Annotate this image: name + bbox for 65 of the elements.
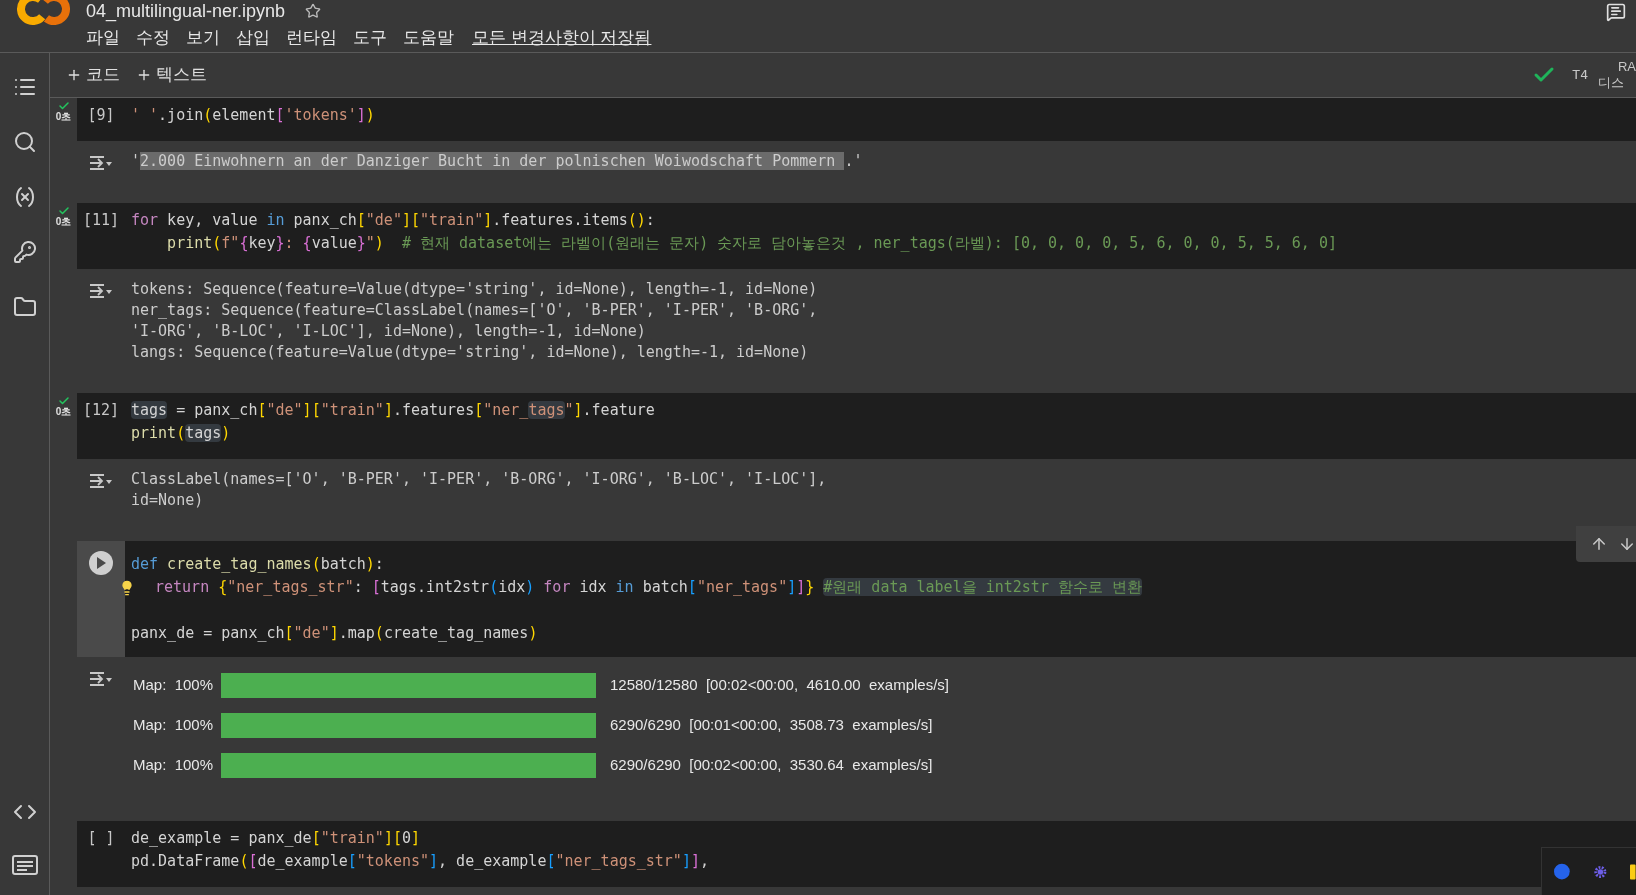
run-time: 0초 — [55, 407, 72, 417]
output-line: id=None) — [131, 490, 204, 511]
output-line: 'I-ORG', 'B-LOC', 'I-LOC'], id=None), length=-1, id=None) — [131, 321, 646, 342]
code-line: pd.DataFrame([de_example["tokens"], de_example["ner_tags_str"]], — [131, 851, 709, 872]
output-toggle-icon[interactable] — [88, 281, 114, 301]
code-cell[interactable]: [ ] de_example = panx_de["train"][0] pd.DataFrame([de_example["tokens"], de_example["ner_tags_str"]], — [77, 821, 1636, 887]
code-line: def create_tag_names(batch): — [131, 554, 384, 575]
code-cell[interactable]: [12] tags = panx_ch["de"]["train"].features["ner_tags"].feature print(tags) — [77, 393, 1636, 459]
output-line: ner_tags: Sequence(feature=ClassLabel(names=['O', 'B-PER', 'I-PER', 'B-ORG', — [131, 300, 818, 321]
execution-count: [11] — [82, 210, 120, 231]
progress-stats: 12580/12580 [00:02<00:00, 4610.00 examples/s] — [610, 674, 950, 695]
plus-icon — [136, 67, 152, 83]
output-line: tokens: Sequence(feature=Value(dtype='string', id=None), length=-1, id=None) — [131, 279, 818, 300]
run-button[interactable] — [89, 551, 113, 575]
app-icon[interactable] — [1630, 863, 1636, 880]
disk-label: 디스 — [1598, 75, 1624, 91]
menu-item[interactable]: 런타임 — [286, 25, 337, 51]
plus-icon — [66, 67, 82, 83]
menu-item[interactable]: 보기 — [186, 25, 220, 51]
execution-count: [9] — [87, 105, 115, 126]
progress-stats: 6290/6290 [00:01<00:00, 3508.73 examples/s] — [610, 714, 933, 735]
menu-item[interactable]: 삽입 — [236, 25, 270, 51]
code-cell[interactable]: [11] for key, value in panx_ch["de"]["train"].features.items(): print(f"{key}: {value}") # 현재 dataset에는 라벨이(원래는 문자) 숫자로 담아놓은것 , ner_tags(라벨): [0, 0, 0, 0, 5, 6, 0, 0, 5, 5, 6, 0] — [77, 203, 1636, 269]
output-line: ClassLabel(names=['O', 'B-PER', 'I-PER', 'B-ORG', 'I-ORG', 'B-LOC', 'I-LOC'], — [131, 469, 827, 490]
ram-label: RA — [1617, 59, 1636, 75]
output-toggle-icon[interactable] — [88, 471, 114, 491]
menu-item[interactable]: 도구 — [353, 25, 387, 51]
output-line: langs: Sequence(feature=Value(dtype='string', id=None), length=-1, id=None) — [131, 342, 809, 363]
progress-label: Map: 100% — [133, 674, 215, 695]
run-time: 0초 — [55, 217, 72, 227]
save-status-link[interactable]: 모든 변경사항이 저장됨 — [472, 25, 652, 51]
code-line: de_example = panx_de["train"][0] — [131, 828, 420, 849]
output-toggle-icon[interactable] — [88, 153, 114, 173]
add-cell-button[interactable]: 코드 — [64, 62, 122, 88]
notebook-title[interactable]: 04_multilingual-ner.ipynb — [86, 2, 286, 20]
menu-item[interactable]: 수정 — [136, 25, 170, 51]
progress-label: Map: 100% — [133, 714, 215, 735]
logo[interactable] — [16, 0, 72, 26]
progress-stats: 6290/6290 [00:02<00:00, 3530.64 examples/s] — [610, 754, 933, 775]
code-line: for key, value in panx_ch["de"]["train"].features.items(): — [131, 210, 655, 231]
code-line: tags = panx_ch["de"]["train"].features["ner_tags"].feature — [131, 400, 655, 421]
runtime-type[interactable]: T4 — [1572, 65, 1588, 85]
code-line: return {"ner_tags_str": [tags.int2str(idx) for idx in batch["ner_tags"]]} #원래 data label을 int2str 함수로 변환 — [155, 577, 1142, 598]
execution-count: [12] — [82, 400, 120, 421]
output-toggle-icon[interactable] — [88, 669, 114, 689]
star-icon[interactable] — [305, 3, 322, 19]
lightbulb-icon[interactable] — [119, 579, 135, 596]
progress-label: Map: 100% — [133, 754, 215, 775]
comment-icon[interactable] — [1606, 2, 1626, 22]
menu-item[interactable]: 도움말 — [403, 25, 454, 51]
add-cell-button[interactable]: 텍스트 — [134, 62, 209, 88]
terminal-panel-icon[interactable] — [11, 855, 38, 875]
folder-icon[interactable] — [12, 295, 37, 319]
code-line: print(f"{key}: {value}") # 현재 dataset에는 라벨이(원래는 문자) 숫자로 담아놓은것 , ner_tags(라벨): [0, 0, 0, 0, 5, 6, 0, 0, 5, 5, 6, 0] — [166, 233, 1337, 254]
key-icon[interactable] — [12, 240, 37, 264]
code-line: panx_de = panx_ch["de"].map(create_tag_names) — [131, 623, 538, 644]
code-line: ' '.join(element['tokens']) — [131, 105, 375, 126]
code-cell[interactable]: [9] ' '.join(element['tokens']) — [77, 98, 1636, 141]
code-line: print(tags) — [131, 423, 231, 444]
play-icon — [96, 557, 106, 569]
search-icon[interactable] — [12, 130, 37, 154]
run-time: 0초 — [55, 112, 72, 122]
execution-count: [ ] — [87, 828, 115, 849]
menu-item[interactable]: 파일 — [86, 25, 120, 51]
code-cell[interactable]: def create_tag_names(batch): return {"ner_tags_str": [tags.int2str(idx) for idx in batch["ner_tags"]]} #원래 data label을 int2str 함수로 변환 panx_de = panx_ch["de"].map(create_tag_names) — [77, 541, 1636, 657]
